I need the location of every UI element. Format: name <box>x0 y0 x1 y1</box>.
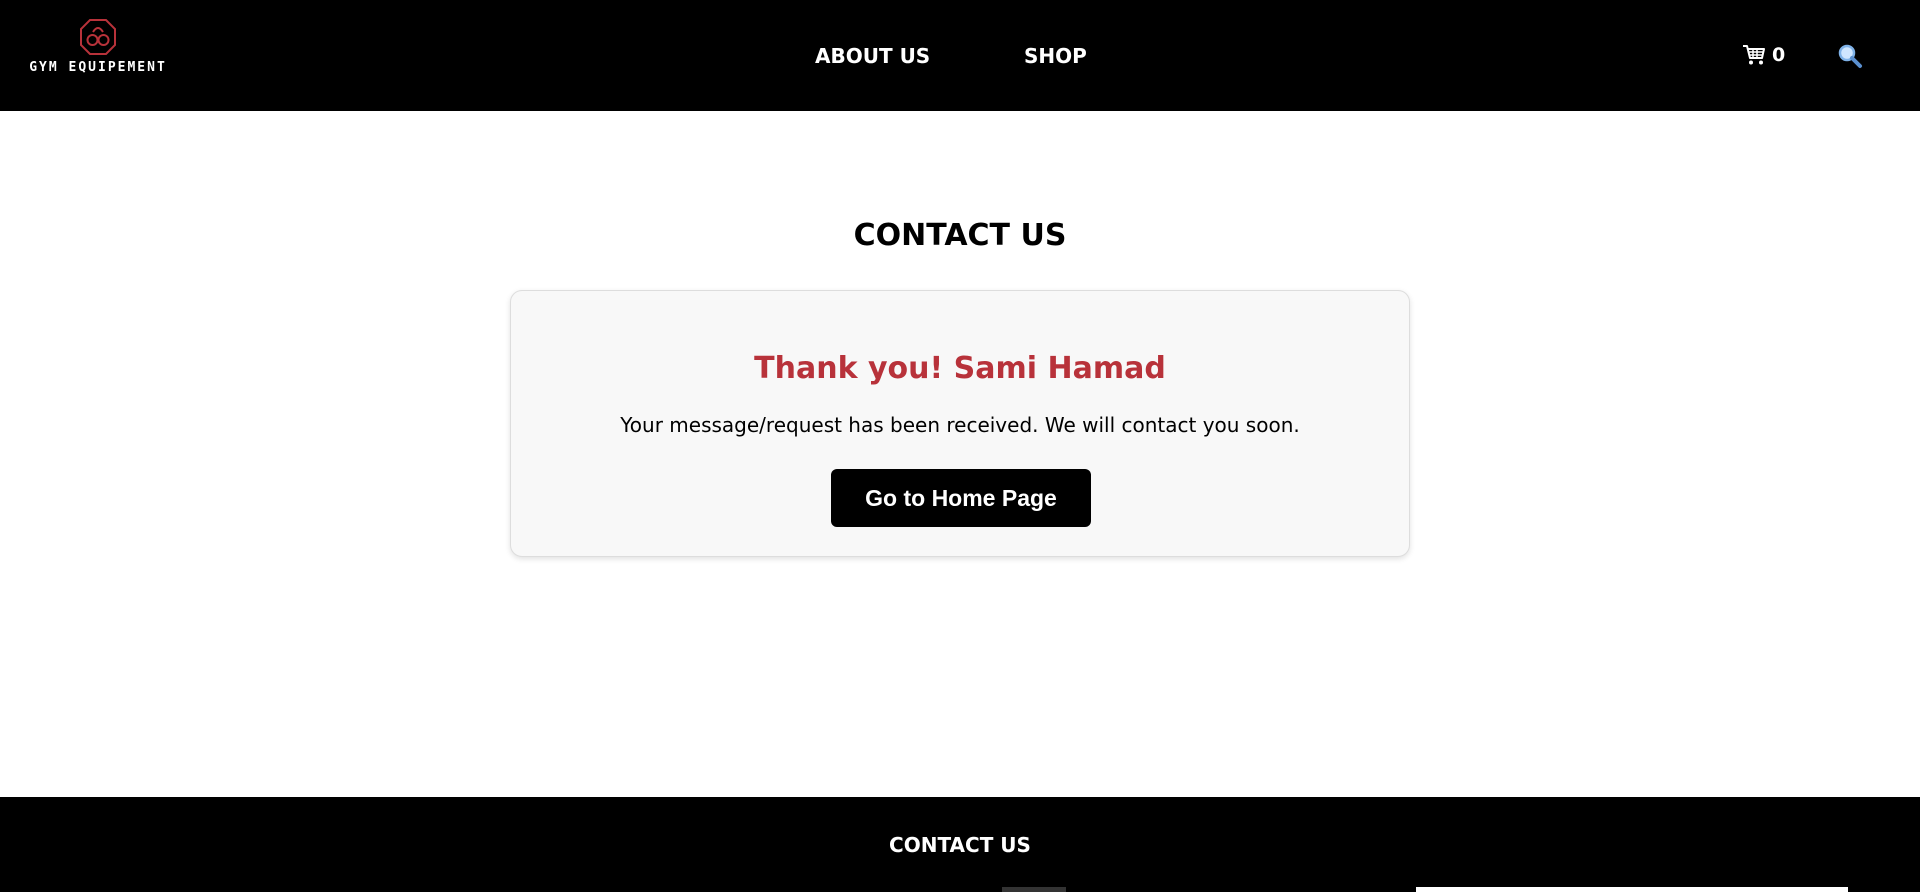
search-icon <box>1838 44 1862 68</box>
footer-divider <box>1002 887 1066 892</box>
site-header: GYM EQUIPEMENT ABOUT US SHOP 0 <box>0 0 1920 111</box>
confirmation-card: Thank you! Sami Hamad Your message/reque… <box>510 290 1410 557</box>
footer-contact-title: CONTACT US <box>889 833 1031 857</box>
footer-divider <box>1416 887 1848 892</box>
cart-count: 0 <box>1772 44 1786 66</box>
search-button[interactable] <box>1837 43 1865 71</box>
go-to-home-page-button[interactable]: Go to Home Page <box>831 469 1091 527</box>
confirmation-message: Your message/request has been received. … <box>620 413 1300 437</box>
nav-shop-link[interactable]: SHOP <box>1024 44 1087 68</box>
cart-button[interactable]: 0 <box>1742 44 1785 66</box>
site-logo[interactable]: GYM EQUIPEMENT <box>29 18 167 78</box>
page-title: CONTACT US <box>853 218 1067 253</box>
logo-icon <box>80 19 116 55</box>
shopping-cart-icon <box>1743 45 1765 65</box>
thank-you-heading: Thank you! Sami Hamad <box>754 351 1166 386</box>
nav-about-us-link[interactable]: ABOUT US <box>815 44 930 68</box>
site-footer: CONTACT US <box>0 797 1920 892</box>
logo-text: GYM EQUIPEMENT <box>29 60 167 75</box>
